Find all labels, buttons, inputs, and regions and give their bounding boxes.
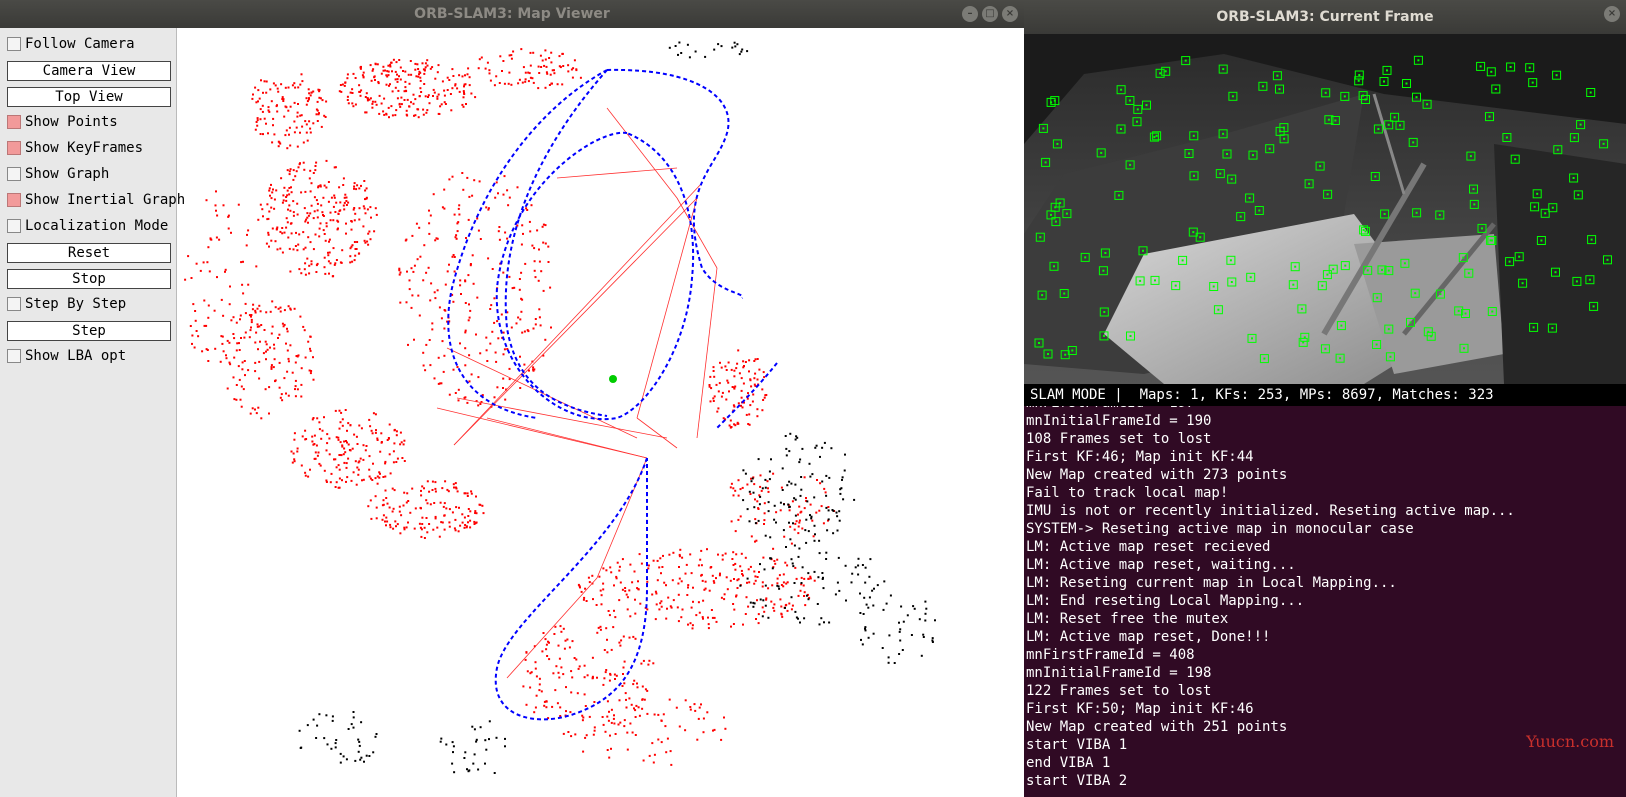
- current-frame-titlebar[interactable]: ORB-SLAM3: Current Frame ×: [1024, 0, 1626, 34]
- checkbox-box[interactable]: [7, 37, 21, 51]
- terminal-line: 108 Frames set to lost: [1026, 431, 1212, 447]
- step-button[interactable]: Step: [7, 321, 171, 341]
- map-viewer-window: ORB-SLAM3: Map Viewer – □ × Follow Camer…: [0, 0, 1024, 797]
- checkbox-label: Show Inertial Graph: [25, 192, 186, 208]
- window-controls: ×: [1604, 6, 1620, 22]
- terminal-line: LM: Reset free the mutex: [1026, 611, 1229, 627]
- minimize-icon[interactable]: –: [962, 6, 978, 22]
- checkbox-label: Show KeyFrames: [25, 140, 144, 156]
- terminal-line: end VIBA 1: [1026, 755, 1111, 771]
- checkbox-box[interactable]: [7, 167, 21, 181]
- current-frame-window: ORB-SLAM3: Current Frame × SLAM MODE | M…: [1024, 0, 1626, 406]
- terminal-line: LM: Reseting current map in Local Mappin…: [1026, 575, 1397, 591]
- checkbox-box[interactable]: [7, 297, 21, 311]
- terminal-line: SYSTEM-> Reseting active map in monocula…: [1026, 521, 1414, 537]
- camera-frame-image: [1024, 34, 1626, 384]
- terminal-line: 122 Frames set to lost: [1026, 683, 1212, 699]
- terminal-line: New Map created with 273 points: [1026, 467, 1288, 483]
- checkbox-box[interactable]: [7, 219, 21, 233]
- step-by-step-checkbox[interactable]: Step By Step: [7, 295, 171, 315]
- slam-status-bar: SLAM MODE | Maps: 1, KFs: 253, MPs: 8697…: [1024, 384, 1626, 406]
- close-icon[interactable]: ×: [1002, 6, 1018, 22]
- maximize-icon[interactable]: □: [982, 6, 998, 22]
- map-3d-canvas[interactable]: [177, 28, 1024, 797]
- checkbox-box[interactable]: [7, 193, 21, 207]
- terminal-line: First KF:46; Map init KF:44: [1026, 449, 1254, 465]
- close-icon[interactable]: ×: [1604, 6, 1620, 22]
- terminal-line: start VIBA 2: [1026, 773, 1128, 789]
- show-graph-checkbox[interactable]: Show Graph: [7, 165, 171, 185]
- show-keyframes-checkbox[interactable]: Show KeyFrames: [7, 139, 171, 159]
- checkbox-label: Show Points: [25, 114, 118, 130]
- map-viewer-titlebar[interactable]: ORB-SLAM3: Map Viewer – □ ×: [0, 0, 1024, 28]
- camera-view-button[interactable]: Camera View: [7, 61, 171, 81]
- terminal-line: LM: Active map reset recieved: [1026, 539, 1271, 555]
- current-frame-title: ORB-SLAM3: Current Frame: [1216, 9, 1434, 25]
- terminal-line: LM: Active map reset, Done!!!: [1026, 629, 1271, 645]
- checkbox-label: Show LBA opt: [25, 348, 127, 364]
- checkbox-label: Step By Step: [25, 296, 127, 312]
- terminal-line: IMU is not or recently initialized. Rese…: [1026, 503, 1515, 519]
- stop-button[interactable]: Stop: [7, 269, 171, 289]
- top-view-button[interactable]: Top View: [7, 87, 171, 107]
- checkbox-box[interactable]: [7, 349, 21, 363]
- localization-mode-checkbox[interactable]: Localization Mode: [7, 217, 171, 237]
- terminal-line: mnFirstFrameId = 408: [1026, 647, 1195, 663]
- terminal-line: mnInitialFrameId = 190: [1026, 413, 1212, 429]
- keyframe-trajectory: [447, 68, 778, 721]
- control-panel: Follow Camera Camera View Top View Show Poi…: [0, 28, 185, 797]
- terminal-line: mnInitialFrameId = 198: [1026, 665, 1212, 681]
- checkbox-label: Show Graph: [25, 166, 110, 182]
- terminal-line: LM: End reseting Local Mapping...: [1026, 593, 1305, 609]
- map-viewer-title: ORB-SLAM3: Map Viewer: [414, 6, 610, 22]
- terminal-line: LM: Active map reset, waiting...: [1026, 557, 1296, 573]
- checkbox-box[interactable]: [7, 115, 21, 129]
- show-lba-opt-checkbox[interactable]: Show LBA opt: [7, 347, 171, 367]
- graph-edges: [436, 107, 718, 679]
- checkbox-label: Localization Mode: [25, 218, 169, 234]
- show-points-checkbox[interactable]: Show Points: [7, 113, 171, 133]
- watermark: Yuucn.com: [1526, 732, 1614, 751]
- window-controls: – □ ×: [962, 6, 1018, 22]
- terminal-line: First KF:50; Map init KF:46: [1026, 701, 1254, 717]
- checkbox-box[interactable]: [7, 141, 21, 155]
- follow-camera-checkbox[interactable]: Follow Camera: [7, 35, 171, 55]
- terminal-output[interactable]: mnFirstFrameId = 197mnInitialFrameId = 1…: [1024, 406, 1626, 797]
- show-inertial-graph-checkbox[interactable]: Show Inertial Graph: [7, 191, 185, 211]
- current-camera-marker: [609, 375, 617, 383]
- reset-button[interactable]: Reset: [7, 243, 171, 263]
- checkbox-label: Follow Camera: [25, 36, 135, 52]
- terminal-line: Fail to track local map!: [1026, 485, 1229, 501]
